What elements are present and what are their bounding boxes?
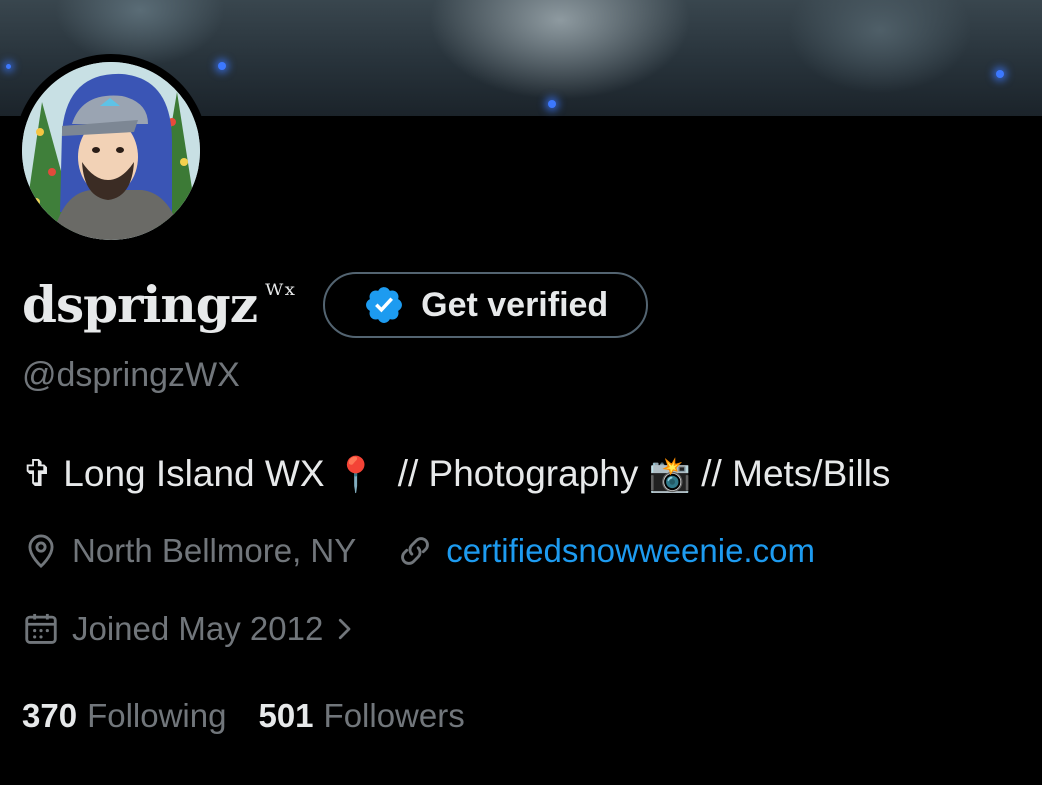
following-label: Following [87,697,227,734]
banner-light [548,100,556,108]
calendar-icon [25,613,57,644]
link-icon [401,537,430,565]
camera-emoji-icon: 📸 [648,455,691,495]
chevron-right-icon [339,618,351,640]
bio-cross: ✞ [22,453,54,494]
website-link[interactable]: certifiedsnowweenie.com [446,532,815,570]
following-link[interactable]: 370 Following [22,697,226,735]
avatar[interactable] [22,62,200,240]
profile-name-row: dspringz ᵂˣ Get verified [22,268,649,342]
bio-teams: // Mets/Bills [701,453,891,494]
bio-photography: // Photography [397,453,639,494]
profile-joined[interactable]: Joined May 2012 [22,610,359,648]
location-pin-icon [28,534,54,568]
profile-website[interactable]: certifiedsnowweenie.com [396,532,815,570]
profile-meta-row: North Bellmore, NY certifiedsnowweenie.c… [22,532,815,570]
profile-location: North Bellmore, NY [22,532,356,570]
location-text: North Bellmore, NY [72,532,357,569]
banner-light [218,62,226,70]
profile-handle: @dspringzWX [22,356,240,394]
banner-light [996,70,1004,78]
following-count: 370 [22,697,78,734]
followers-link[interactable]: 501 Followers [258,697,464,735]
get-verified-label: Get verified [421,285,609,324]
profile-stats: 370 Following 501 Followers [22,697,497,735]
profile-bio: ✞ Long Island WX 📍 // Photography 📸 // M… [22,452,890,495]
joined-text: Joined May 2012 [72,610,324,647]
display-name: dspringz [22,275,258,334]
bio-location: Long Island WX [63,453,325,494]
followers-count: 501 [258,697,314,734]
pin-emoji-icon: 📍 [334,455,378,495]
banner-light [6,64,11,69]
followers-label: Followers [323,697,465,734]
display-name-superscript: ᵂˣ [265,278,298,311]
verified-badge-icon [366,287,403,323]
get-verified-button[interactable]: Get verified [323,272,649,338]
